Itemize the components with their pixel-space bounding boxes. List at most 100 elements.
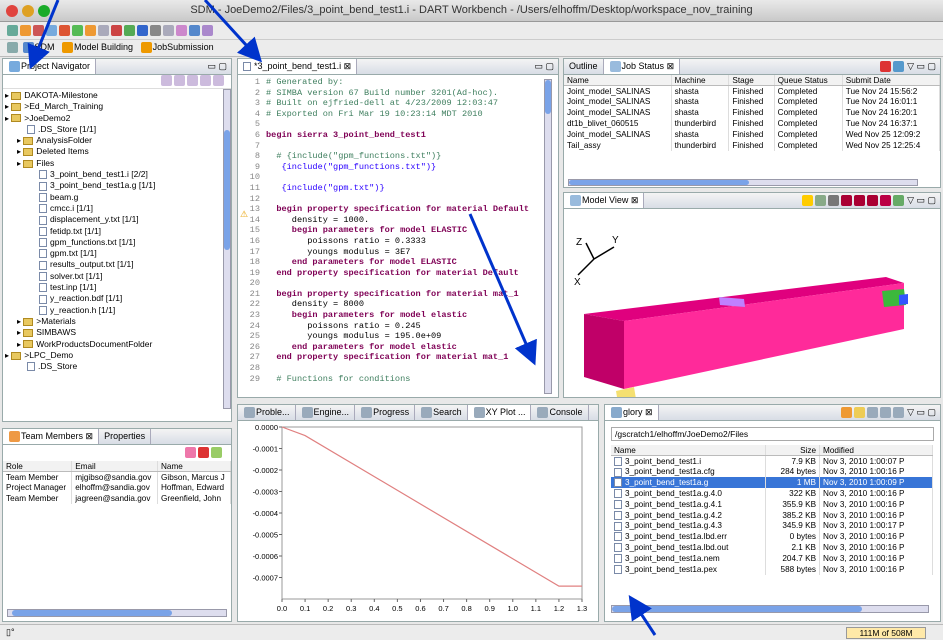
team-row[interactable]: Team Member jagreen@sandia.gov Greenfield,…	[3, 493, 231, 505]
tree-item[interactable]: y_reaction.bdf [1/1]	[5, 293, 229, 304]
team-hscroll[interactable]	[7, 609, 227, 617]
render-mode3-icon[interactable]	[866, 195, 878, 207]
col-size[interactable]: Size	[765, 445, 821, 457]
code-editor[interactable]: 1 # Generated by: 2 # SIMBA version 67 Buil…	[238, 75, 558, 384]
path-field[interactable]: /gscratch1/elhoffm/JoeDemo2/Files	[611, 427, 934, 441]
tree-item[interactable]: ▸ WorkProductsDocumentFolder	[5, 339, 229, 350]
add-member-icon[interactable]	[185, 447, 196, 459]
perspective-sdm[interactable]: SDM	[22, 42, 55, 54]
remote-file-row[interactable]: 3_point_bend_test1a.g.4.1 355.9 KB Nov 3, …	[611, 498, 933, 510]
job-row[interactable]: dt1b_blivet_060515 thunderbird Finished Com…	[564, 118, 940, 129]
tree-item[interactable]: test.inp [1/1]	[5, 282, 229, 293]
remote-file-row[interactable]: 3_point_bend_test1a.g.4.0 322 KB Nov 3, 20…	[611, 488, 933, 499]
tree-item[interactable]: gpm.txt [1/1]	[5, 248, 229, 259]
team-row[interactable]: Team Member mjgibso@sandia.gov Gibson, Mar…	[3, 471, 231, 483]
tree-item[interactable]: ▸ Deleted Items	[5, 146, 229, 157]
perspective-model-building[interactable]: Model Building	[61, 42, 133, 54]
render-mode4-icon[interactable]	[879, 195, 891, 207]
rotate-icon[interactable]	[892, 195, 904, 207]
tab-outline[interactable]: Outline	[564, 59, 604, 74]
toolbar-action-4-icon[interactable]	[46, 25, 57, 37]
back-icon[interactable]	[200, 75, 211, 87]
toolbar-action-9-icon[interactable]	[111, 25, 122, 37]
perspective-job-submission[interactable]: JobSubmission	[140, 42, 214, 54]
toolbar-action-2-icon[interactable]	[20, 25, 31, 37]
delete-job-icon[interactable]	[879, 61, 891, 73]
tree-item[interactable]: beam.g	[5, 192, 229, 203]
toolbar-action-8-icon[interactable]	[98, 25, 109, 37]
tree-item[interactable]: ▸ >Materials	[5, 316, 229, 327]
refresh-jobs-icon[interactable]	[892, 61, 904, 73]
toolbar-action-13-icon[interactable]	[163, 25, 174, 37]
link-editor-icon[interactable]	[174, 75, 185, 87]
job-col-header[interactable]: Submit Date	[842, 75, 940, 87]
remote-file-row[interactable]: 3_point_bend_test1.i 7.9 KB Nov 3, 2010 1:…	[611, 455, 933, 467]
col-email[interactable]: Email	[71, 461, 158, 473]
collapse-all-icon[interactable]	[161, 75, 172, 87]
toolbar-action-1-icon[interactable]	[7, 25, 18, 37]
job-row[interactable]: Joint_model_SALINAS shasta Finished Complet…	[564, 96, 940, 108]
toolbar-action-5-icon[interactable]	[59, 25, 70, 37]
tree-item[interactable]: .DS_Store [1/1]	[5, 124, 229, 135]
filter-icon[interactable]	[187, 75, 198, 87]
tree-item[interactable]: gpm_functions.txt [1/1]	[5, 237, 229, 248]
editor-scrollbar[interactable]	[544, 79, 552, 394]
job-col-header[interactable]: Queue Status	[774, 75, 843, 87]
tab-bottom-5[interactable]: XY Plot ...	[467, 405, 532, 420]
job-row[interactable]: Tail_assy thunderbird Finished Completed Wed…	[564, 139, 940, 151]
tab-bottom-3[interactable]: Progress	[355, 405, 416, 420]
job-toolbar-icons[interactable]: ▽ ▭ ▢	[879, 61, 936, 73]
tab-bottom-4[interactable]: Search	[415, 405, 468, 420]
select-icon[interactable]	[814, 195, 826, 207]
tree-item[interactable]: ▸ Files	[5, 158, 229, 169]
fast-view-icon[interactable]: ▯°	[6, 627, 15, 638]
tab-project-navigator[interactable]: Project Navigator	[3, 59, 97, 74]
tab-team-members[interactable]: Team Members ⊠	[3, 429, 100, 444]
remote-file-row[interactable]: 3_point_bend_test1a.lbd.out 2.1 KB Nov 3, …	[611, 542, 933, 553]
model-3d-canvas[interactable]: Y Z X	[564, 209, 940, 397]
job-col-header[interactable]: Name	[564, 75, 672, 87]
toolbar-action-10-icon[interactable]	[124, 25, 135, 37]
col-name[interactable]: Name	[157, 461, 231, 473]
toolbar-action-15-icon[interactable]	[189, 25, 200, 37]
edit-member-icon[interactable]	[211, 447, 222, 459]
tab-glory[interactable]: glory ⊠	[605, 405, 659, 420]
toolbar-action-11-icon[interactable]	[137, 25, 148, 37]
tree-item[interactable]: 3_point_bend_test1.i [2/2]	[5, 169, 229, 180]
toolbar-action-7-icon[interactable]	[85, 25, 96, 37]
tab-model-view[interactable]: Model View ⊠	[564, 193, 645, 208]
home-icon[interactable]	[892, 407, 904, 419]
tree-item[interactable]: 3_point_bend_test1a.g [1/1]	[5, 180, 229, 191]
remote-file-row[interactable]: 3_point_bend_test1a.nem 204.7 KB Nov 3, 20…	[611, 552, 933, 564]
tab-bottom-2[interactable]: Engine...	[296, 405, 356, 420]
job-col-header[interactable]: Machine	[671, 75, 730, 87]
xy-plot-canvas[interactable]: 0.0000 -0.0001 -0.0002 -0.0003 -0.0004 -0.000…	[238, 421, 598, 621]
navigator-scrollbar[interactable]	[223, 89, 231, 409]
editor-min-max-icon[interactable]: ▭ ▢	[534, 61, 554, 72]
print-icon[interactable]	[879, 407, 891, 419]
tree-item[interactable]: cmcc.i [1/1]	[5, 203, 229, 214]
tree-item[interactable]: ▸ >Ed_March_Training	[5, 101, 229, 112]
glory-hscroll[interactable]	[611, 605, 929, 613]
col-role[interactable]: Role	[3, 461, 73, 473]
tree-item[interactable]: fetidp.txt [1/1]	[5, 226, 229, 237]
new-folder-icon[interactable]	[853, 407, 865, 419]
toolbar-action-3-icon[interactable]	[33, 25, 44, 37]
job-row[interactable]: Joint_model_SALINAS shasta Finished Complet…	[564, 85, 940, 97]
job-hscroll[interactable]	[568, 179, 918, 186]
tab-properties[interactable]: Properties	[99, 429, 152, 444]
save-icon[interactable]	[866, 407, 878, 419]
toolbar-action-16-icon[interactable]	[202, 25, 213, 37]
tab-job-status[interactable]: Job Status ⊠	[603, 59, 681, 74]
render-mode-icon[interactable]	[840, 195, 852, 207]
tab-editor-file[interactable]: *3_point_bend_test1.i ⊠	[238, 59, 358, 74]
remote-file-row[interactable]: 3_point_bend_test1a.g 1 MB Nov 3, 2010 1:0…	[611, 477, 933, 489]
tree-item[interactable]: ▸ SIMBAWS	[5, 327, 229, 338]
remote-file-row[interactable]: 3_point_bend_test1a.lbd.err 0 bytes Nov 3,…	[611, 531, 933, 543]
tree-item[interactable]: y_reaction.h [1/1]	[5, 305, 229, 316]
tree-item[interactable]: .DS_Store	[5, 361, 229, 372]
axes-icon[interactable]	[827, 195, 839, 207]
tree-item[interactable]: solver.txt [1/1]	[5, 271, 229, 282]
remote-file-row[interactable]: 3_point_bend_test1a.cfg 284 bytes Nov 3, 2…	[611, 466, 933, 478]
tab-bottom-6[interactable]: Console	[531, 405, 589, 420]
